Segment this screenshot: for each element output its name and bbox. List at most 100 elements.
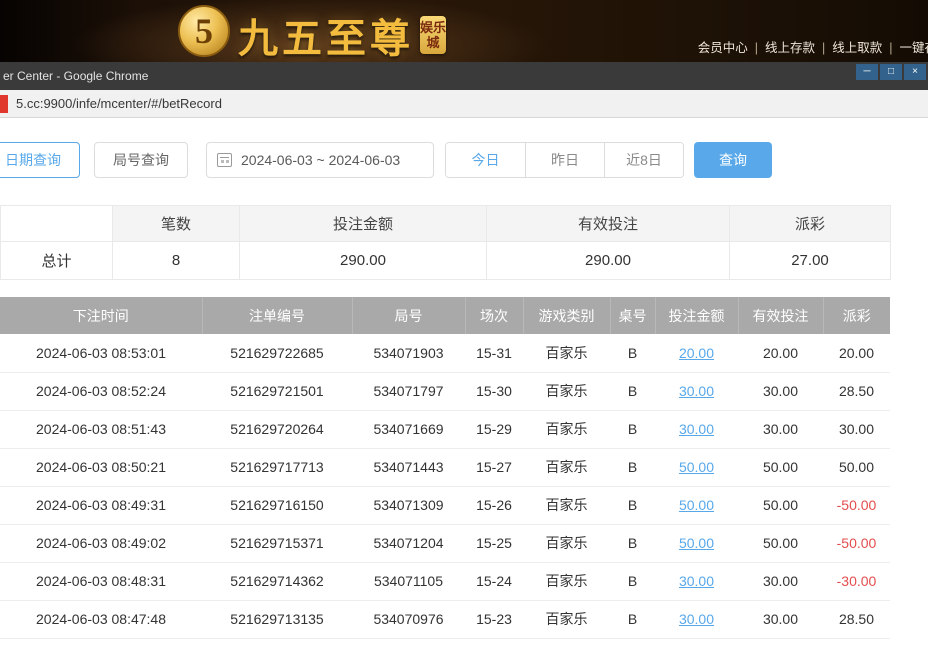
quick-last8days-button[interactable]: 近8日 xyxy=(604,143,683,177)
cell-session: 15-31 xyxy=(465,334,523,372)
cell-game-type: 百家乐 xyxy=(523,410,610,448)
logo-title: 九五至尊 xyxy=(238,6,414,62)
summary-header-count: 笔数 xyxy=(113,206,240,242)
cell-round-number: 534071309 xyxy=(352,486,465,524)
date-query-tab[interactable]: 日期查询 xyxy=(0,142,80,178)
table-row: 2024-06-03 08:49:02 521629715371 5340712… xyxy=(0,524,890,562)
cell-bet-id: 521629716150 xyxy=(202,486,352,524)
bet-amount-link[interactable]: 30.00 xyxy=(679,383,714,399)
url-text: 5.cc:9900/infe/mcenter/#/betRecord xyxy=(16,96,222,111)
window-controls: ─ □ × xyxy=(856,64,926,80)
cell-session: 15-23 xyxy=(465,600,523,638)
col-header-game-type: 游戏类别 xyxy=(523,297,610,334)
nav-online-deposit[interactable]: 线上存款 xyxy=(765,41,815,55)
search-button[interactable]: 查询 xyxy=(694,142,772,178)
close-button[interactable]: × xyxy=(904,64,926,80)
summary-table: 笔数 投注金额 有效投注 派彩 总计 8 290.00 290.00 27.00 xyxy=(0,205,891,280)
col-header-bet-time: 下注时间 xyxy=(0,297,202,334)
cell-valid-bet: 50.00 xyxy=(738,524,823,562)
round-query-tab[interactable]: 局号查询 xyxy=(94,142,188,178)
summary-total-row: 总计 8 290.00 290.00 27.00 xyxy=(1,242,891,280)
maximize-button[interactable]: □ xyxy=(880,64,902,80)
table-row: 2024-06-03 08:53:01 521629722685 5340719… xyxy=(0,334,890,372)
calendar-icon xyxy=(217,153,232,167)
cell-game-type: 百家乐 xyxy=(523,562,610,600)
cell-valid-bet: 50.00 xyxy=(738,486,823,524)
col-header-session: 场次 xyxy=(465,297,523,334)
quick-today-button[interactable]: 今日 xyxy=(446,143,525,177)
quick-yesterday-button[interactable]: 昨日 xyxy=(525,143,604,177)
cell-bet-id: 521629715371 xyxy=(202,524,352,562)
nav-member-center[interactable]: 会员中心 xyxy=(698,41,748,55)
filter-row: 日期查询 局号查询 2024-06-03 ~ 2024-06-03 今日 昨日 … xyxy=(0,142,928,178)
nav-online-withdraw[interactable]: 线上取款 xyxy=(832,41,882,55)
bet-amount-link[interactable]: 20.00 xyxy=(679,345,714,361)
cell-session: 15-25 xyxy=(465,524,523,562)
cell-bet-time: 2024-06-03 08:48:31 xyxy=(0,562,202,600)
cell-table-number: B xyxy=(610,600,655,638)
cell-session: 15-24 xyxy=(465,562,523,600)
summary-header-valid-bet: 有效投注 xyxy=(487,206,730,242)
summary-header-row: 笔数 投注金额 有效投注 派彩 xyxy=(1,206,891,242)
cell-payout: 30.00 xyxy=(823,410,890,448)
bet-record-table: 下注时间 注单编号 局号 场次 游戏类别 桌号 投注金额 有效投注 派彩 202… xyxy=(0,297,890,639)
table-row: 2024-06-03 08:52:24 521629721501 5340717… xyxy=(0,372,890,410)
cell-table-number: B xyxy=(610,372,655,410)
cell-table-number: B xyxy=(610,448,655,486)
site-header: 5 九五至尊 娱乐城 会员中心|线上存款|线上取款|一键存 xyxy=(0,0,928,62)
cell-round-number: 534071443 xyxy=(352,448,465,486)
bet-amount-link[interactable]: 30.00 xyxy=(679,573,714,589)
cell-round-number: 534071105 xyxy=(352,562,465,600)
cell-bet-id: 521629714362 xyxy=(202,562,352,600)
summary-total-label: 总计 xyxy=(1,242,113,280)
cell-table-number: B xyxy=(610,486,655,524)
cell-bet-id: 521629720264 xyxy=(202,410,352,448)
browser-title-bar: er Center - Google Chrome ─ □ × xyxy=(0,62,928,90)
cell-game-type: 百家乐 xyxy=(523,600,610,638)
nav-separator: | xyxy=(889,41,892,55)
cell-bet-time: 2024-06-03 08:53:01 xyxy=(0,334,202,372)
cell-bet-amount: 30.00 xyxy=(655,372,738,410)
cell-table-number: B xyxy=(610,410,655,448)
cell-round-number: 534070976 xyxy=(352,600,465,638)
cell-game-type: 百家乐 xyxy=(523,524,610,562)
cell-bet-amount: 50.00 xyxy=(655,486,738,524)
cell-game-type: 百家乐 xyxy=(523,486,610,524)
cell-valid-bet: 20.00 xyxy=(738,334,823,372)
summary-total-count: 8 xyxy=(113,242,240,280)
cell-valid-bet: 50.00 xyxy=(738,448,823,486)
col-header-valid-bet: 有效投注 xyxy=(738,297,823,334)
cell-bet-time: 2024-06-03 08:51:43 xyxy=(0,410,202,448)
bet-amount-link[interactable]: 50.00 xyxy=(679,535,714,551)
window-title: er Center - Google Chrome xyxy=(3,69,148,83)
top-nav: 会员中心|线上存款|线上取款|一键存 xyxy=(691,37,928,56)
cell-payout: 28.50 xyxy=(823,600,890,638)
date-range-input[interactable]: 2024-06-03 ~ 2024-06-03 xyxy=(206,142,434,178)
col-header-round-number: 局号 xyxy=(352,297,465,334)
col-header-table-number: 桌号 xyxy=(610,297,655,334)
cell-bet-time: 2024-06-03 08:50:21 xyxy=(0,448,202,486)
bet-amount-link[interactable]: 50.00 xyxy=(679,459,714,475)
table-row: 2024-06-03 08:48:31 521629714362 5340711… xyxy=(0,562,890,600)
cell-payout: -50.00 xyxy=(823,524,890,562)
cell-bet-id: 521629717713 xyxy=(202,448,352,486)
cell-bet-amount: 50.00 xyxy=(655,448,738,486)
table-row: 2024-06-03 08:51:43 521629720264 5340716… xyxy=(0,410,890,448)
cell-bet-id: 521629721501 xyxy=(202,372,352,410)
bet-amount-link[interactable]: 50.00 xyxy=(679,497,714,513)
cell-valid-bet: 30.00 xyxy=(738,410,823,448)
bet-record-page: 日期查询 局号查询 2024-06-03 ~ 2024-06-03 今日 昨日 … xyxy=(0,142,928,639)
cell-table-number: B xyxy=(610,334,655,372)
cell-game-type: 百家乐 xyxy=(523,334,610,372)
bet-amount-link[interactable]: 30.00 xyxy=(679,611,714,627)
cell-round-number: 534071903 xyxy=(352,334,465,372)
site-favicon-icon xyxy=(0,95,8,113)
cell-round-number: 534071204 xyxy=(352,524,465,562)
bet-amount-link[interactable]: 30.00 xyxy=(679,421,714,437)
browser-url-bar[interactable]: 5.cc:9900/infe/mcenter/#/betRecord xyxy=(0,90,928,118)
nav-one-key[interactable]: 一键存 xyxy=(899,41,928,55)
minimize-button[interactable]: ─ xyxy=(856,64,878,80)
bet-table-header-row: 下注时间 注单编号 局号 场次 游戏类别 桌号 投注金额 有效投注 派彩 xyxy=(0,297,890,334)
cell-payout: -50.00 xyxy=(823,486,890,524)
table-row: 2024-06-03 08:50:21 521629717713 5340714… xyxy=(0,448,890,486)
